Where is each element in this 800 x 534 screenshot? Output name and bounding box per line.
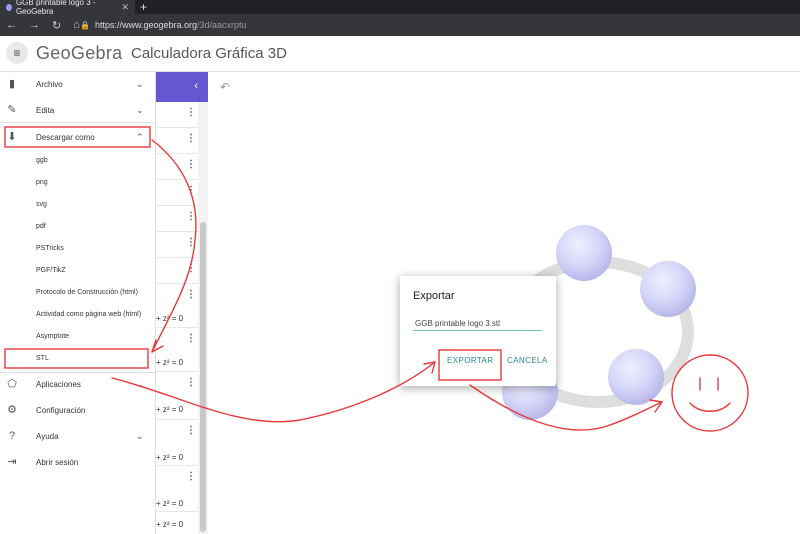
download-option-svg[interactable]: svg	[36, 201, 47, 208]
more-options-icon[interactable]: ⋮	[186, 264, 196, 274]
algebra-row[interactable]: ⋮ + z² = 0	[156, 284, 198, 328]
more-options-icon[interactable]: ⋮	[186, 108, 196, 118]
menu-item-label: Configuración	[36, 405, 86, 415]
url-field[interactable]: 🔒 https://www.geogebra.org/3d/aacxrptu	[80, 17, 795, 33]
chevron-down-icon: ⌄	[136, 104, 144, 115]
download-option-ggb[interactable]: ggb	[36, 157, 48, 164]
tab-close-icon[interactable]: ✕	[121, 2, 129, 13]
dialog-title: Exportar	[413, 290, 455, 302]
more-options-icon[interactable]: ⋮	[186, 290, 196, 300]
file-icon: ▮	[8, 78, 16, 90]
menu-divider	[0, 122, 156, 123]
algebra-equation: + z² = 0	[156, 405, 184, 414]
logo-sphere	[556, 225, 612, 281]
chevron-down-icon: ⌄	[136, 78, 144, 89]
menu-item-label: Ayuda	[36, 431, 59, 441]
more-options-icon[interactable]: ⋮	[186, 426, 196, 436]
algebra-row[interactable]: ⋮	[156, 258, 198, 284]
app-header: ≡ GeoGebra Calculadora Gráfica 3D	[0, 36, 800, 72]
browser-tab-bar: GGB printable logo 3 - GeoGebra ✕ +	[0, 0, 800, 16]
algebra-row[interactable]: ⋮ + z² = 0	[156, 372, 198, 420]
hamburger-menu-icon[interactable]: ≡	[6, 42, 28, 64]
algebra-header: ‹	[156, 72, 208, 102]
algebra-equation: + z² = 0	[156, 358, 184, 367]
url-path: /3d/aacxrptu	[197, 20, 247, 30]
help-icon: ?	[8, 430, 16, 442]
download-option-asymptote[interactable]: Asymptote	[36, 333, 69, 340]
menu-item-label: Edita	[36, 105, 55, 115]
algebra-row[interactable]: ⋮	[156, 102, 198, 128]
more-options-icon[interactable]: ⋮	[186, 334, 196, 344]
gear-icon: ⚙	[7, 404, 17, 416]
more-options-icon[interactable]: ⋮	[186, 212, 196, 222]
menu-item-ayuda[interactable]: ? Ayuda ⌄	[0, 424, 156, 448]
geogebra-logo: GeoGebra	[36, 43, 123, 63]
home-icon[interactable]: ⌂	[73, 19, 80, 31]
more-options-icon[interactable]: ⋮	[186, 378, 196, 388]
reload-icon[interactable]: ↻	[52, 19, 61, 32]
logo-sphere	[608, 349, 664, 405]
sign-in-icon: ⇥	[7, 456, 17, 468]
algebra-row[interactable]: ⋮	[156, 154, 198, 180]
menu-item-descargar-como[interactable]: ⬇ Descargar como ⌃	[0, 125, 156, 149]
cancel-button[interactable]: CANCELA	[507, 356, 548, 365]
algebra-row[interactable]: ⋮	[156, 128, 198, 154]
url-host: https://www.geogebra.org	[94, 20, 198, 30]
menu-item-label: Aplicaciones	[36, 379, 81, 389]
menu-item-label: Descargar como	[36, 132, 95, 142]
pencil-icon: ✎	[7, 104, 17, 116]
side-menu: ▮ Archivo ⌄ ✎ Edita ⌄ ⬇ Descargar como ⌃…	[0, 72, 156, 534]
forward-icon[interactable]: →	[29, 19, 40, 31]
app-title: Calculadora Gráfica 3D	[131, 45, 287, 62]
lock-icon: 🔒	[80, 20, 90, 30]
download-option-pgf-tikz[interactable]: PGF/TikZ	[36, 267, 66, 274]
algebra-row[interactable]: ⋮ + z² = 0	[156, 466, 198, 512]
download-option-pdf[interactable]: pdf	[36, 223, 46, 230]
algebra-equation: + z² = 0	[156, 520, 184, 529]
menu-item-label: Abrir sesión	[36, 457, 79, 467]
algebra-view: ‹ ⋮ ⋮ ⋮ ⋮ ⋮ ⋮ ⋮ ⋮ + z² = 0 ⋮ + z² = 0 ⋮ + z…	[156, 72, 208, 534]
download-icon: ⬇	[7, 131, 17, 143]
download-option-protocolo[interactable]: Protocolo de Construcción (html)	[36, 289, 138, 296]
download-option-png[interactable]: png	[36, 179, 48, 186]
chevron-down-icon: ⌄	[136, 430, 144, 441]
algebra-scrollbar-thumb[interactable]	[200, 222, 206, 532]
export-button[interactable]: EXPORTAR	[447, 356, 493, 365]
download-option-stl[interactable]: STL	[36, 355, 49, 362]
more-options-icon[interactable]: ⋮	[186, 134, 196, 144]
algebra-row[interactable]: + z² = 0	[156, 512, 198, 534]
chevron-down-icon: ⌄	[136, 378, 144, 389]
collapse-panel-icon[interactable]: ‹	[194, 80, 198, 92]
menu-item-archivo[interactable]: ▮ Archivo ⌄	[0, 72, 156, 96]
algebra-row[interactable]: ⋮	[156, 180, 198, 206]
algebra-row[interactable]: ⋮ + z² = 0	[156, 328, 198, 372]
download-option-pstricks[interactable]: PSTricks	[36, 245, 64, 252]
browser-tab[interactable]: GGB printable logo 3 - GeoGebra ✕	[0, 0, 135, 16]
menu-item-abrir-sesion[interactable]: ⇥ Abrir sesión	[0, 450, 156, 474]
algebra-equation: + z² = 0	[156, 499, 184, 508]
more-options-icon[interactable]: ⋮	[186, 160, 196, 170]
menu-item-aplicaciones[interactable]: ⬠ Aplicaciones ⌄	[0, 372, 156, 396]
algebra-row[interactable]: ⋮ + z² = 0	[156, 420, 198, 466]
more-options-icon[interactable]: ⋮	[186, 186, 196, 196]
back-icon[interactable]: ←	[6, 19, 17, 31]
algebra-row[interactable]: ⋮	[156, 206, 198, 232]
new-tab-button[interactable]: +	[140, 0, 147, 14]
menu-item-edita[interactable]: ✎ Edita ⌄	[0, 98, 156, 122]
export-dialog: Exportar EXPORTAR CANCELA	[400, 276, 556, 386]
algebra-row[interactable]: ⋮	[156, 232, 198, 258]
more-options-icon[interactable]: ⋮	[186, 472, 196, 482]
download-option-actividad-web[interactable]: Actividad como página web (html)	[36, 311, 141, 318]
menu-item-configuracion[interactable]: ⚙ Configuración	[0, 398, 156, 422]
geogebra-favicon-icon	[6, 3, 12, 11]
more-options-icon[interactable]: ⋮	[186, 238, 196, 248]
apps-icon: ⬠	[7, 378, 17, 390]
address-bar: ← → ↻ ⌂ 🔒 https://www.geogebra.org/3d/aa…	[0, 14, 800, 36]
algebra-equation: + z² = 0	[156, 453, 184, 462]
logo-sphere	[640, 261, 696, 317]
chevron-up-icon: ⌃	[136, 131, 144, 142]
menu-item-label: Archivo	[36, 79, 63, 89]
algebra-equation: + z² = 0	[156, 314, 184, 323]
filename-input[interactable]	[413, 316, 542, 331]
